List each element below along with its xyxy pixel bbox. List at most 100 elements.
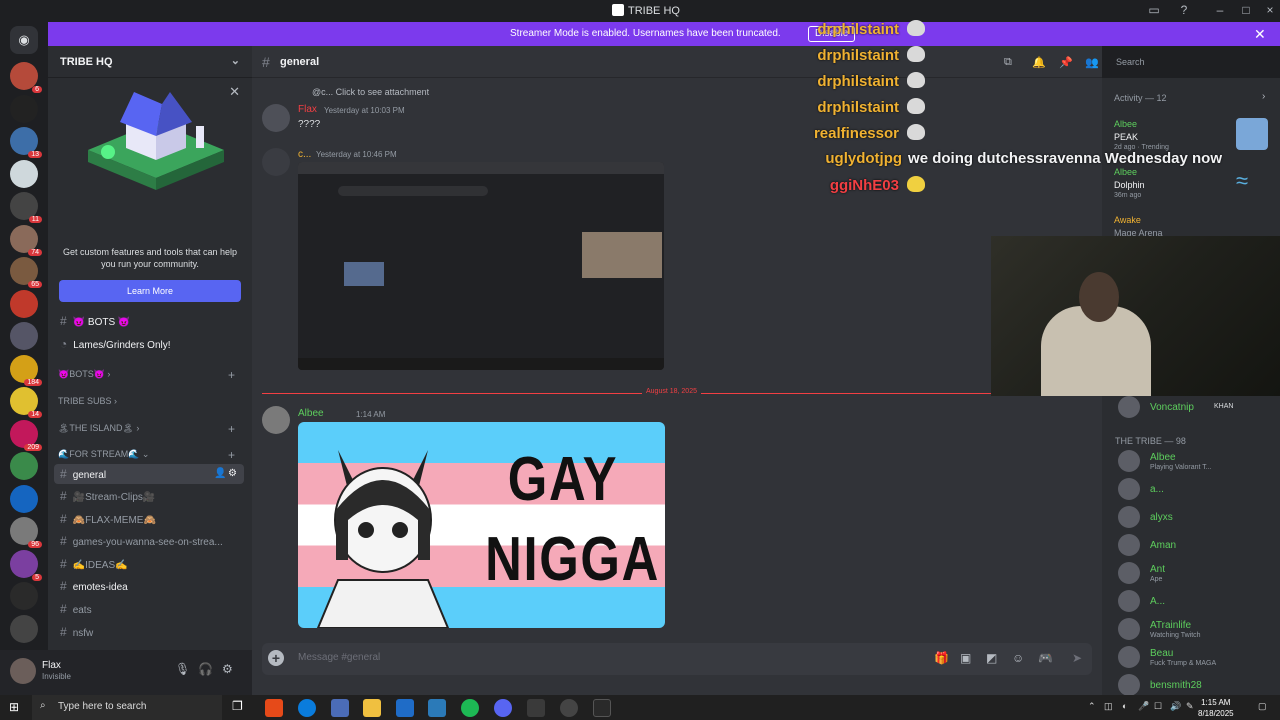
channel-general[interactable]: # general 👤 ⚙ [54, 464, 244, 484]
tray-icon[interactable]: ◫ [1104, 701, 1113, 712]
add-channel-icon[interactable]: + [228, 422, 235, 436]
server-icon[interactable] [10, 452, 38, 480]
member-row[interactable]: A... [1118, 590, 1278, 614]
server-icon[interactable]: 6 [10, 62, 42, 93]
help-icon[interactable]: ? [1176, 3, 1192, 19]
server-icon[interactable] [10, 484, 38, 513]
member-row[interactable]: Ant Ape [1118, 562, 1278, 586]
file-explorer-icon[interactable] [363, 699, 381, 717]
search-input[interactable]: Search [1110, 53, 1270, 71]
server-icon[interactable]: 184 [10, 354, 42, 386]
emoji-icon[interactable]: ☺ [1012, 651, 1024, 665]
chevron-up-icon[interactable]: ⌃ [1088, 701, 1096, 712]
apps-icon[interactable]: 🎮 [1038, 651, 1053, 665]
server-icon[interactable] [10, 582, 38, 610]
server-icon[interactable] [10, 94, 38, 123]
microphone-tray-icon[interactable]: 🎤 [1138, 701, 1149, 712]
avatar[interactable] [262, 406, 290, 434]
channel-nsfw[interactable]: # nsfw [54, 622, 244, 642]
category-island[interactable]: 🏝THE ISLAND🏝 › + [58, 422, 235, 436]
server-icon[interactable]: 209 [10, 419, 42, 451]
username[interactable]: c... [298, 149, 311, 160]
windows-start-icon[interactable]: ⊞ [9, 701, 22, 714]
discord-taskbar-icon[interactable] [494, 699, 512, 717]
category-tribe-subs[interactable]: TRIBE SUBS › [58, 396, 117, 406]
inbox-icon[interactable]: ▭ [1146, 3, 1162, 19]
send-icon[interactable]: ➤ [1072, 651, 1082, 665]
channel-lames[interactable]: ◔ Lames/Grinders Only! [54, 334, 244, 354]
close-promo-icon[interactable]: ✕ [229, 84, 240, 100]
pen-icon[interactable]: ✎ [1186, 701, 1194, 712]
outlook-icon[interactable] [396, 699, 414, 717]
members-icon[interactable]: 👥 [1085, 56, 1099, 69]
server-icon[interactable]: 65 [10, 257, 42, 288]
member-row[interactable]: a... [1118, 478, 1278, 502]
member-row[interactable]: ATrainlife Watching Twitch [1118, 618, 1278, 642]
category-bots[interactable]: 😈BOTS😈 › + [58, 368, 235, 382]
gift-icon[interactable]: 🎁 [934, 651, 949, 665]
invite-icon[interactable]: 👤 [214, 464, 226, 484]
threads-icon[interactable]: ⧉ [1004, 56, 1012, 69]
guild-header[interactable]: TRIBE HQ ⌄ [48, 46, 252, 78]
chevron-right-icon[interactable]: › [1262, 91, 1265, 102]
reply-snippet[interactable]: @c... Click to see attachment [312, 87, 429, 97]
server-icon[interactable]: 13 [10, 127, 42, 158]
channel-stream-clips[interactable]: # 🎥Stream-Clips🎥 [54, 486, 244, 506]
add-channel-icon[interactable]: + [228, 448, 235, 462]
dolphin-icon[interactable]: ≈ [1236, 168, 1268, 196]
username[interactable]: Albee [298, 408, 324, 419]
avatar[interactable] [262, 104, 290, 132]
microphone-icon[interactable]: 🎙 [175, 662, 190, 676]
member-row[interactable]: Beau Fuck Trump & MAGA [1118, 646, 1278, 670]
notifications-icon[interactable]: ▢ [1258, 701, 1267, 712]
channel-emotes-idea[interactable]: # emotes-idea [54, 576, 244, 596]
network-icon[interactable]: ☐ [1154, 701, 1162, 712]
activity-thumb[interactable] [1236, 118, 1268, 150]
channel-ideas[interactable]: # ✍️IDEAS✍️ [54, 554, 244, 574]
spotify-icon[interactable] [461, 699, 479, 717]
add-attachment-icon[interactable]: + [268, 650, 284, 666]
maximize-button[interactable]: □ [1238, 3, 1254, 19]
task-view-icon[interactable]: ❐ [232, 699, 250, 717]
server-icon[interactable]: 14 [10, 387, 42, 418]
avatar[interactable] [10, 658, 36, 684]
channel-bots[interactable]: # 😈 BOTS 😈 [54, 311, 244, 331]
store-icon[interactable] [331, 699, 349, 717]
settings-icon[interactable]: ⚙ [222, 662, 233, 676]
member-row[interactable]: Aman [1118, 534, 1278, 558]
server-icon[interactable]: 11 [10, 192, 42, 223]
server-icon[interactable] [10, 159, 38, 188]
volume-icon[interactable]: 🔊 [1170, 701, 1181, 712]
close-window-button[interactable]: × [1262, 3, 1278, 19]
close-banner-icon[interactable]: ✕ [1254, 26, 1266, 43]
steam-icon[interactable] [527, 699, 545, 717]
attachment-screenshot[interactable] [298, 162, 664, 370]
channel-eats[interactable]: # eats [54, 599, 244, 619]
attachment-image[interactable]: GAY NIGGA [298, 422, 665, 628]
chevron-down-icon[interactable]: ⌄ [231, 54, 240, 67]
member-row[interactable]: alyxs [1118, 506, 1278, 530]
discord-home-icon[interactable]: ◉ [10, 26, 38, 54]
channel-flax-meme[interactable]: # 🙈FLAX-MEME🙈 [54, 509, 244, 529]
photos-icon[interactable] [428, 699, 446, 717]
username[interactable]: Flax [298, 104, 317, 115]
edge-icon[interactable] [298, 699, 316, 717]
gear-icon[interactable]: ⚙ [228, 464, 237, 484]
taskbar-search[interactable]: ⌕ Type here to search [32, 695, 222, 720]
minimize-button[interactable]: – [1212, 3, 1228, 19]
server-icon[interactable] [10, 289, 38, 318]
server-icon[interactable]: 96 [10, 517, 42, 548]
add-channel-icon[interactable]: + [228, 368, 235, 382]
pin-icon[interactable]: 📌 [1059, 56, 1073, 69]
avatar[interactable] [262, 148, 290, 176]
member-voncatnip[interactable]: Voncatnip KHAN [1118, 396, 1278, 420]
message-input[interactable]: Message #general [298, 652, 380, 663]
server-icon[interactable]: 74 [10, 224, 42, 256]
message-composer[interactable]: + Message #general 🎁 ▣ ◩ ☺ 🎮 ➤ [262, 643, 1092, 675]
sticker-icon[interactable]: ◩ [986, 651, 997, 665]
tray-icon[interactable]: ◐ [1122, 701, 1127, 711]
epic-games-icon[interactable] [593, 699, 611, 717]
copilot-icon[interactable] [265, 699, 283, 717]
category-for-stream[interactable]: 🌊FOR STREAM🌊 ⌄ + [58, 448, 235, 462]
member-row[interactable]: Albee Playing Valorant T... [1118, 450, 1278, 474]
